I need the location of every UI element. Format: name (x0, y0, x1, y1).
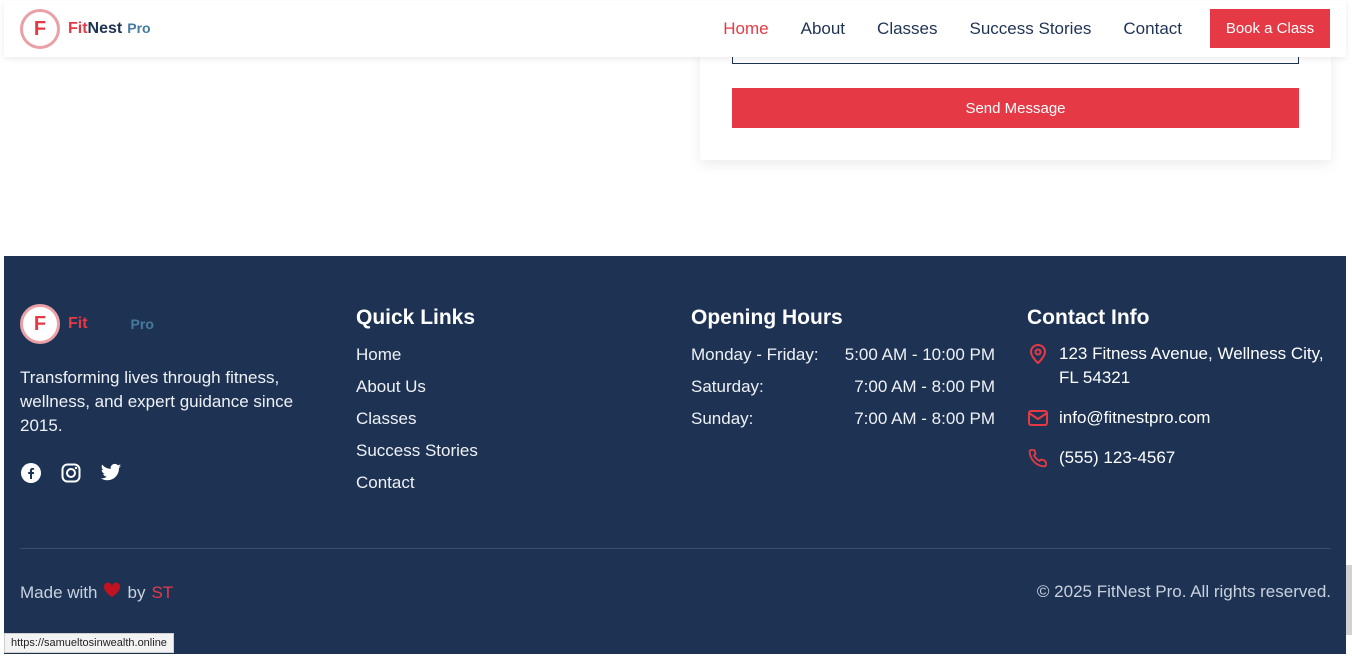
contact-email[interactable]: info@fitnestpro.com (1027, 406, 1332, 430)
nav-classes[interactable]: Classes (877, 19, 937, 39)
author-link[interactable]: ST (151, 583, 173, 603)
footer-logo-badge: F (20, 304, 60, 344)
contact-phone[interactable]: (555) 123-4567 (1027, 446, 1332, 470)
contact-address: 123 Fitness Avenue, Wellness City, FL 54… (1027, 342, 1332, 390)
made-with-credit: Made with by ST (20, 582, 174, 603)
contact-info: Contact Info 123 Fitness Avenue, Wellnes… (1027, 306, 1332, 486)
site-footer: F Fit Pro Transforming lives through fitn… (4, 256, 1346, 654)
mail-icon (1027, 406, 1049, 430)
logo-badge: F (20, 9, 60, 49)
contact-info-title: Contact Info (1027, 306, 1150, 329)
quick-links-title: Quick Links (356, 306, 476, 329)
link-status-bar: https://samueltosinwealth.online (4, 633, 174, 653)
footer-link-classes[interactable]: Classes (356, 408, 478, 440)
contact-form-card: Send Message (700, 40, 1331, 160)
facebook-icon[interactable] (20, 462, 42, 484)
footer-divider (20, 548, 1331, 549)
nav-home[interactable]: Home (723, 19, 768, 39)
hours-row: Monday - Friday: 5:00 AM - 10:00 PM (691, 345, 995, 364)
footer-link-contact[interactable]: Contact (356, 472, 478, 504)
heart-icon (103, 582, 121, 603)
book-class-button[interactable]: Book a Class (1210, 9, 1330, 48)
hours-row: Saturday: 7:00 AM - 8:00 PM (691, 377, 995, 396)
logo-wordmark: FitNest Pro (68, 20, 151, 37)
instagram-icon[interactable] (60, 462, 82, 484)
hours-row: Sunday: 7:00 AM - 8:00 PM (691, 409, 995, 428)
footer-link-home[interactable]: Home (356, 344, 478, 376)
footer-logo[interactable]: F Fit Pro (20, 304, 154, 344)
nav-about[interactable]: About (801, 19, 845, 39)
footer-tagline: Transforming lives through fitness, well… (20, 368, 294, 435)
quick-links: Quick Links Home About Us Classes Succes… (356, 306, 478, 504)
logo[interactable]: F FitNest Pro (20, 9, 151, 49)
main-nav: Home About Classes Success Stories Conta… (691, 1, 1182, 57)
opening-hours-title: Opening Hours (691, 306, 843, 329)
phone-icon (1027, 446, 1049, 470)
social-links (20, 462, 122, 484)
site-header: F FitNest Pro Home About Classes Success … (4, 1, 1346, 57)
opening-hours: Opening Hours Monday - Friday: 5:00 AM - … (691, 306, 995, 440)
map-pin-icon (1027, 342, 1049, 366)
nav-success-stories[interactable]: Success Stories (970, 19, 1092, 39)
send-message-button[interactable]: Send Message (732, 88, 1299, 128)
footer-link-about[interactable]: About Us (356, 376, 478, 408)
footer-link-success-stories[interactable]: Success Stories (356, 440, 478, 472)
scrollbar-thumb[interactable] (1346, 565, 1352, 635)
nav-contact[interactable]: Contact (1123, 19, 1182, 39)
twitter-icon[interactable] (100, 462, 122, 484)
copyright: © 2025 FitNest Pro. All rights reserved. (1036, 582, 1331, 601)
